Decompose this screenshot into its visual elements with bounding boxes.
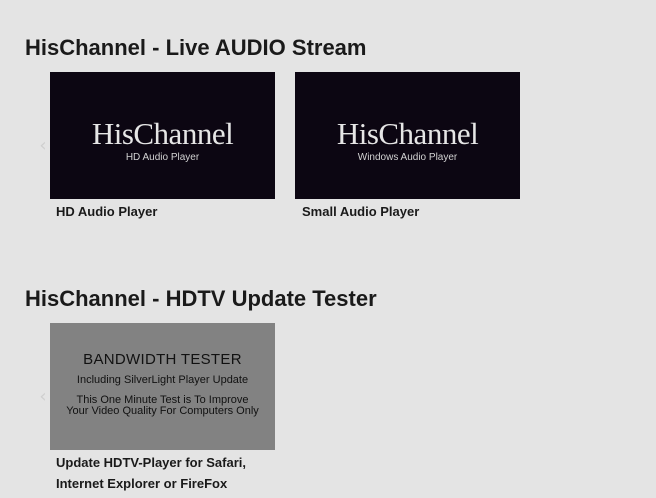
bandwidth-tester-thumbnail[interactable]: BANDWIDTH TESTER Including SilverLight P… xyxy=(50,323,275,450)
hd-audio-player-thumbnail[interactable]: HisChannel HD Audio Player xyxy=(50,72,275,199)
chevron-left-icon[interactable]: ‹ xyxy=(36,135,50,157)
audio-section-title: HisChannel - Live AUDIO Stream xyxy=(25,35,367,60)
update-hdtv-player-link-line2[interactable]: Internet Explorer or FireFox xyxy=(56,473,227,494)
hdtv-section-title: HisChannel - HDTV Update Tester xyxy=(25,286,377,311)
chevron-left-icon[interactable]: ‹ xyxy=(36,386,50,408)
hd-audio-player-link[interactable]: HD Audio Player xyxy=(56,201,157,222)
thumbnail-heading: BANDWIDTH TESTER xyxy=(83,351,242,368)
thumbnail-subtitle: Windows Audio Player xyxy=(357,152,458,163)
thumbnail-line: Including SilverLight Player Update xyxy=(76,374,249,386)
thumbnail-line: Your Video Quality For Computers Only xyxy=(66,405,259,417)
thumbnail-brand: HisChannel xyxy=(336,116,479,151)
small-audio-player-link[interactable]: Small Audio Player xyxy=(302,201,419,222)
thumbnail-brand: HisChannel xyxy=(91,116,234,151)
small-audio-player-thumbnail[interactable]: HisChannel Windows Audio Player xyxy=(295,72,520,199)
thumbnail-subtitle: HD Audio Player xyxy=(125,152,200,163)
update-hdtv-player-link[interactable]: Update HDTV-Player for Safari, xyxy=(56,452,246,473)
